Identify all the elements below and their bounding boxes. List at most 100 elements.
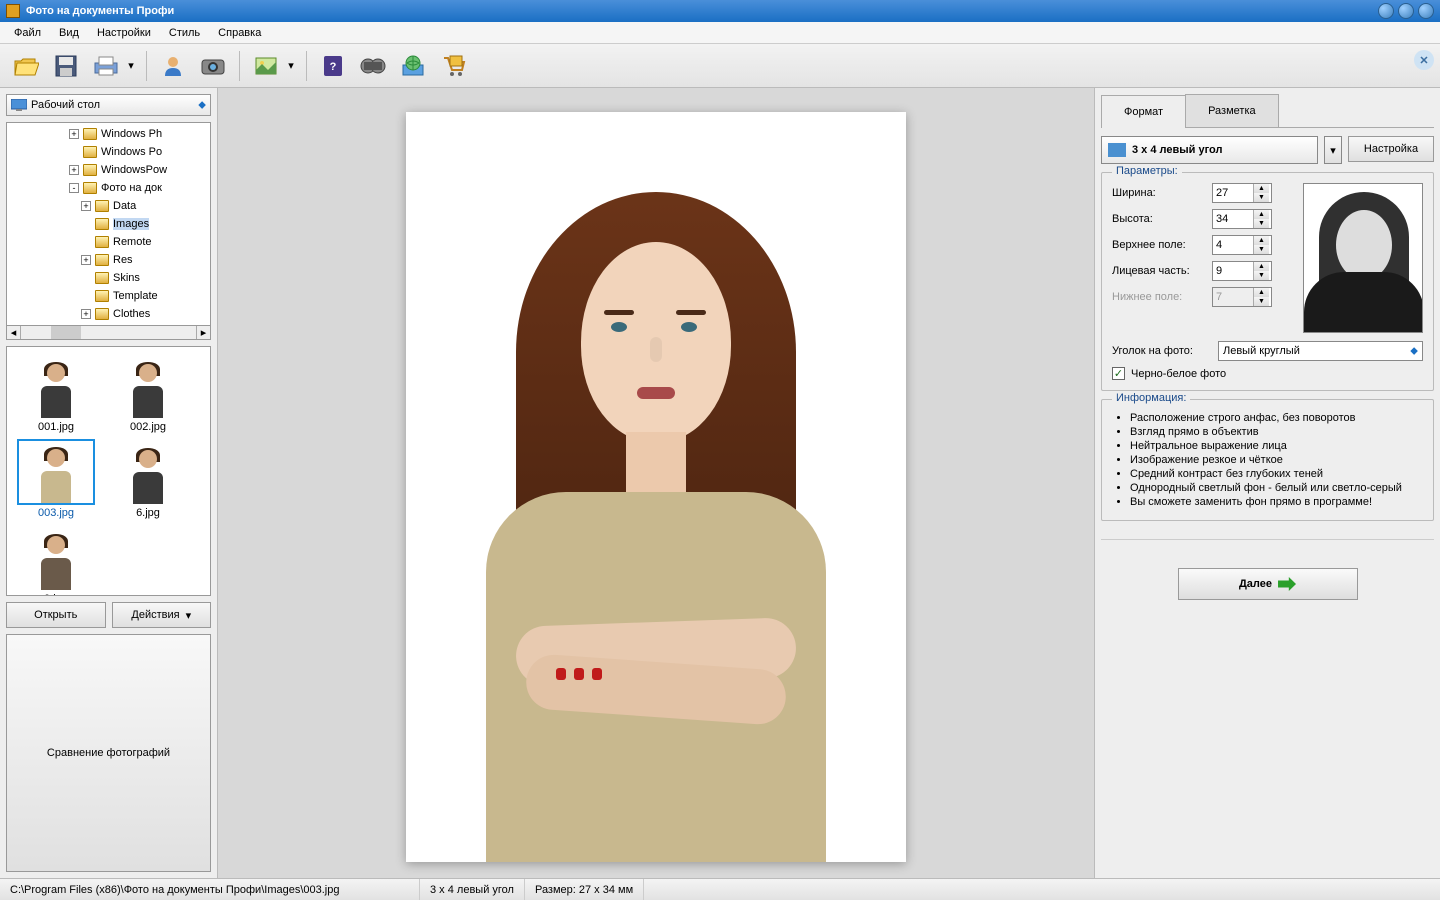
- tree-item[interactable]: Remote: [9, 233, 208, 251]
- tree-item[interactable]: Skins: [9, 269, 208, 287]
- compare-button[interactable]: Сравнение фотографий: [6, 634, 211, 872]
- status-path: C:\Program Files (x86)\Фото на документы…: [0, 879, 420, 900]
- info-item: Расположение строго анфас, без поворотов: [1130, 412, 1423, 424]
- tree-scrollbar[interactable]: ◂▸: [6, 326, 211, 340]
- open-button[interactable]: Открыть: [6, 602, 106, 628]
- bw-label: Черно-белое фото: [1131, 368, 1226, 380]
- toolbar-image-effects[interactable]: ▾: [248, 48, 298, 84]
- toolbar-separator: [306, 51, 307, 81]
- tree-item[interactable]: -Фото на док: [9, 179, 208, 197]
- info-item: Изображение резкое и чёткое: [1130, 454, 1423, 466]
- menu-settings[interactable]: Настройки: [89, 25, 159, 41]
- toolbar-open-folder[interactable]: [8, 48, 44, 84]
- bottom-spinner: ▲▼: [1212, 287, 1272, 307]
- menu-file[interactable]: Файл: [6, 25, 49, 41]
- format-icon: [1108, 143, 1126, 157]
- height-spinner[interactable]: ▲▼: [1212, 209, 1272, 229]
- toolbar-video[interactable]: [355, 48, 391, 84]
- toolbar-web[interactable]: [395, 48, 431, 84]
- tree-item[interactable]: +Clothes: [9, 305, 208, 323]
- params-legend: Параметры:: [1112, 165, 1182, 177]
- dropdown-icon[interactable]: ▾: [284, 48, 298, 84]
- main-photo[interactable]: [406, 112, 906, 862]
- format-dropdown[interactable]: ▾: [1324, 136, 1342, 164]
- minimize-button[interactable]: [1378, 3, 1394, 19]
- dropdown-icon: ⬥: [198, 99, 206, 112]
- tree-item[interactable]: +WindowsPow: [9, 161, 208, 179]
- face-spinner[interactable]: ▲▼: [1212, 261, 1272, 281]
- maximize-button[interactable]: [1398, 3, 1414, 19]
- svg-text:?: ?: [330, 61, 337, 73]
- bottom-field-label: Нижнее поле:: [1112, 291, 1212, 303]
- thumbnail-label: 001.jpg: [38, 421, 74, 433]
- thumbnail-label: 6.jpg: [136, 507, 160, 519]
- tree-item[interactable]: Windows Po: [9, 143, 208, 161]
- actions-button[interactable]: Действия▾: [112, 602, 212, 628]
- menu-view[interactable]: Вид: [51, 25, 87, 41]
- format-select[interactable]: 3 x 4 левый угол: [1101, 136, 1318, 164]
- next-button[interactable]: Далее: [1178, 568, 1358, 600]
- tree-item[interactable]: Images: [9, 215, 208, 233]
- right-panel: Формат Разметка 3 x 4 левый угол ▾ Настр…: [1094, 88, 1440, 878]
- height-label: Высота:: [1112, 213, 1212, 225]
- toolbar-save[interactable]: [48, 48, 84, 84]
- thumbnail-label: 003.jpg: [38, 507, 74, 519]
- top-field-label: Верхнее поле:: [1112, 239, 1212, 251]
- menu-help[interactable]: Справка: [210, 25, 269, 41]
- desktop-icon: [11, 99, 27, 111]
- dropdown-icon[interactable]: ▾: [124, 48, 138, 84]
- toolbar-separator: [146, 51, 147, 81]
- info-item: Вы сможете заменить фон прямо в программ…: [1130, 496, 1423, 508]
- left-panel: Рабочий стол ⬥ +Windows Ph Windows Po+Wi…: [0, 88, 218, 878]
- toolbar-separator: [239, 51, 240, 81]
- tree-item[interactable]: Template: [9, 287, 208, 305]
- left-button-row: Открыть Действия▾: [6, 602, 211, 628]
- tab-layout[interactable]: Разметка: [1185, 94, 1279, 127]
- toolbar-camera[interactable]: [195, 48, 231, 84]
- format-row: 3 x 4 левый угол ▾ Настройка: [1101, 136, 1434, 164]
- toolbar-cart[interactable]: [435, 48, 471, 84]
- location-combo[interactable]: Рабочий стол ⬥: [6, 94, 211, 116]
- dropdown-icon: ▾: [186, 609, 192, 622]
- toolbar-person[interactable]: [155, 48, 191, 84]
- format-preview: [1303, 183, 1423, 333]
- main-area: Рабочий стол ⬥ +Windows Ph Windows Po+Wi…: [0, 88, 1440, 878]
- app-icon: [6, 4, 20, 18]
- top-spinner[interactable]: ▲▼: [1212, 235, 1272, 255]
- tree-item[interactable]: +Res: [9, 251, 208, 269]
- close-button[interactable]: [1418, 3, 1434, 19]
- toolbar-print[interactable]: ▾: [88, 48, 138, 84]
- format-settings-button[interactable]: Настройка: [1348, 136, 1434, 162]
- canvas-area: [218, 88, 1094, 878]
- toolbar-help-book[interactable]: ?: [315, 48, 351, 84]
- panel-close-icon[interactable]: ✕: [1414, 50, 1434, 70]
- thumbnail-item[interactable]: 003.jpg: [13, 439, 99, 519]
- statusbar: C:\Program Files (x86)\Фото на документы…: [0, 878, 1440, 900]
- folder-tree[interactable]: +Windows Ph Windows Po+WindowsPow-Фото н…: [6, 122, 211, 326]
- thumbnail-label: 002.jpg: [130, 421, 166, 433]
- thumbnail-item[interactable]: 001.jpg: [13, 353, 99, 433]
- location-label: Рабочий стол: [31, 99, 100, 111]
- info-item: Нейтральное выражение лица: [1130, 440, 1423, 452]
- tab-format[interactable]: Формат: [1101, 95, 1186, 128]
- corner-combo[interactable]: Левый круглый⬥: [1218, 341, 1423, 361]
- thumbnail-item[interactable]: 9.jpg: [13, 525, 99, 596]
- bw-checkbox[interactable]: ✓: [1112, 367, 1125, 380]
- tree-item[interactable]: +Data: [9, 197, 208, 215]
- info-legend: Информация:: [1112, 392, 1190, 404]
- toolbar: ▾ ▾ ? ✕: [0, 44, 1440, 88]
- info-list: Расположение строго анфас, без поворотов…: [1112, 412, 1423, 508]
- menu-style[interactable]: Стиль: [161, 25, 208, 41]
- titlebar: Фото на документы Профи: [0, 0, 1440, 22]
- thumbnail-item[interactable]: 002.jpg: [105, 353, 191, 433]
- tree-item[interactable]: +Windows Ph: [9, 125, 208, 143]
- status-size: Размер: 27 x 34 мм: [525, 879, 644, 900]
- dropdown-icon: ⬥: [1410, 345, 1418, 358]
- info-item: Взгляд прямо в объектив: [1130, 426, 1423, 438]
- width-spinner[interactable]: ▲▼: [1212, 183, 1272, 203]
- info-item: Средний контраст без глубоких теней: [1130, 468, 1423, 480]
- arrow-right-icon: [1278, 577, 1296, 591]
- tab-bar: Формат Разметка: [1101, 94, 1434, 128]
- thumbnail-item[interactable]: 6.jpg: [105, 439, 191, 519]
- corner-label: Уголок на фото:: [1112, 345, 1212, 357]
